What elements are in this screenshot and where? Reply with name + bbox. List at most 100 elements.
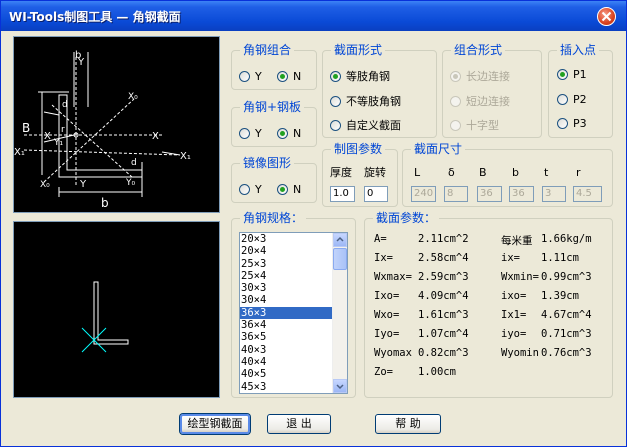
close-button[interactable] — [597, 7, 616, 26]
size-L-input[interactable]: 240 — [411, 186, 436, 202]
label-Y-top: Y — [77, 57, 85, 68]
mirror-y[interactable]: Y — [239, 183, 262, 196]
combo-form-group: 组合形式 长边连接 短边连接 十字型 — [442, 43, 542, 138]
param-label: Wyomax — [374, 347, 412, 359]
param-value: 4.67cm^4 — [541, 309, 592, 321]
section-form-unequal[interactable]: 不等肢角钢 — [330, 93, 401, 109]
param-value: 1.66kg/m — [541, 233, 592, 245]
exit-button[interactable]: 退 出 — [267, 414, 331, 434]
insert-point-p2[interactable]: P2 — [557, 93, 587, 106]
list-item[interactable]: 45×3 — [240, 381, 347, 393]
size-header-delta: δ — [448, 166, 455, 179]
group-title: 制图参数 — [331, 142, 386, 156]
size-B-input[interactable]: 36 — [477, 186, 502, 202]
list-item[interactable]: 25×3 — [240, 258, 347, 270]
scroll-down-button[interactable] — [333, 379, 347, 393]
group-title: 镜像图形 — [240, 156, 295, 170]
section-params-group: 截面参数： A= 2.11cm^2 每米重 1.66kg/m Ix= 2.58cm^4 ix… — [364, 211, 613, 398]
combo-long-edge[interactable]: 长边连接 — [450, 68, 510, 84]
rotate-input[interactable]: 0 — [364, 186, 388, 202]
draw-params-group: 制图参数 厚度 旋转 1.0 0 — [322, 142, 398, 207]
draw-section-button[interactable]: 绘型钢截面 — [180, 414, 250, 434]
scroll-thumb[interactable] — [333, 248, 347, 270]
label-d-right: d — [131, 158, 137, 168]
size-t-input[interactable]: 3 — [542, 186, 566, 202]
param-label: Ix= — [374, 252, 393, 264]
label-X0-bottom: X₀ — [40, 180, 50, 190]
param-value: 4.09cm^4 — [418, 290, 469, 302]
list-item[interactable]: 36×5 — [240, 331, 347, 343]
param-label: ixo= — [501, 290, 527, 302]
group-title: 截面参数： — [373, 211, 440, 225]
combo-cross[interactable]: 十字型 — [450, 117, 499, 133]
label-Y-bottom: Y — [79, 179, 87, 190]
group-title: 角钢+钢板 — [240, 100, 305, 114]
list-item[interactable]: 36×3 — [240, 306, 347, 320]
label-r: r — [61, 125, 65, 135]
spec-list-items: 20×3 20×4 25×3 25×4 30×3 30×4 36×3 36×4 36×5 40×3… — [240, 233, 347, 393]
label-X0-top: X₀ — [128, 92, 138, 102]
param-label: Ix1= — [501, 309, 527, 321]
list-item[interactable]: 40×4 — [240, 356, 347, 368]
list-scrollbar[interactable] — [332, 233, 347, 393]
param-value: 0.71cm^3 — [541, 328, 592, 340]
size-r-input[interactable]: 4.5 — [573, 186, 602, 202]
insert-point-p3[interactable]: P3 — [557, 117, 587, 130]
label-X1-left: X₁ — [14, 147, 25, 158]
param-value: 1.11cm — [541, 252, 579, 264]
shape-preview — [13, 221, 220, 398]
insert-point-p1[interactable]: P1 — [557, 68, 587, 81]
param-label: Wxmin= — [501, 271, 539, 283]
spec-list[interactable]: 20×3 20×4 25×3 25×4 30×3 30×4 36×3 36×4 36×5 40×3… — [239, 232, 348, 394]
help-button[interactable]: 帮 助 — [375, 414, 441, 434]
section-form-custom[interactable]: 自定义截面 — [330, 117, 401, 133]
param-value: 1.61cm^3 — [418, 309, 469, 321]
param-value: 2.59cm^3 — [418, 271, 469, 283]
param-label: Ixo= — [374, 290, 400, 302]
label-Y1: Y₁ — [53, 138, 63, 148]
section-form-equal[interactable]: 等肢角钢 — [330, 68, 390, 84]
param-value: 0.99cm^3 — [541, 271, 592, 283]
list-item[interactable]: 25×4 — [240, 270, 347, 282]
label-X-right: X — [152, 131, 159, 142]
param-label: 每米重 — [501, 235, 533, 247]
group-title: 截面形式 — [331, 43, 386, 57]
section-size-group: 截面尺寸 L δ B b t r 240 8 36 36 3 4.5 — [402, 142, 613, 207]
param-label: Iyo= — [374, 328, 400, 340]
size-delta-input[interactable]: 8 — [444, 186, 468, 202]
angle-combo-n[interactable]: N — [277, 70, 301, 83]
angle-plate-n[interactable]: N — [277, 127, 301, 140]
dialog-body: b B b d d X X X₁ X₁ Y Y X₀ X₀ Y₀ Y₁ r 角钢… — [5, 31, 622, 442]
label-B: B — [22, 121, 30, 135]
insert-point-group: 插入点 P1 P2 P3 — [548, 43, 613, 138]
param-value: 1.39cm — [541, 290, 579, 302]
angle-combo-y[interactable]: Y — [239, 70, 262, 83]
list-item[interactable]: 30×4 — [240, 294, 347, 306]
list-item[interactable]: 40×3 — [240, 344, 347, 356]
param-label: A= — [374, 233, 387, 245]
thickness-input[interactable]: 1.0 — [330, 186, 355, 202]
angle-plate-y[interactable]: Y — [239, 127, 262, 140]
combo-short-edge[interactable]: 短边连接 — [450, 93, 510, 109]
rotate-label: 旋转 — [364, 166, 386, 179]
mirror-group: 镜像图形 Y N — [231, 156, 317, 203]
angle-combo-group: 角钢组合 Y N — [231, 43, 317, 90]
mirror-n[interactable]: N — [277, 183, 301, 196]
scroll-up-button[interactable] — [333, 233, 347, 247]
list-item[interactable]: 20×4 — [240, 245, 347, 257]
list-item[interactable]: 40×5 — [240, 368, 347, 380]
size-header-B: B — [479, 166, 487, 179]
param-label: Wxo= — [374, 309, 400, 321]
list-item[interactable]: 30×3 — [240, 282, 347, 294]
param-value: 0.76cm^3 — [541, 347, 592, 359]
list-item[interactable]: 36×4 — [240, 319, 347, 331]
size-header-b: b — [512, 166, 519, 179]
param-value: 2.58cm^4 — [418, 252, 469, 264]
group-title: 插入点 — [557, 43, 600, 57]
label-d-top: d — [62, 100, 68, 110]
size-b-input[interactable]: 36 — [509, 186, 534, 202]
chevron-up-icon — [336, 236, 344, 242]
title-bar: WI-Tools制图工具 — 角钢截面 — [1, 1, 626, 31]
param-label: Zo= — [374, 366, 393, 378]
list-item[interactable]: 20×3 — [240, 233, 347, 245]
